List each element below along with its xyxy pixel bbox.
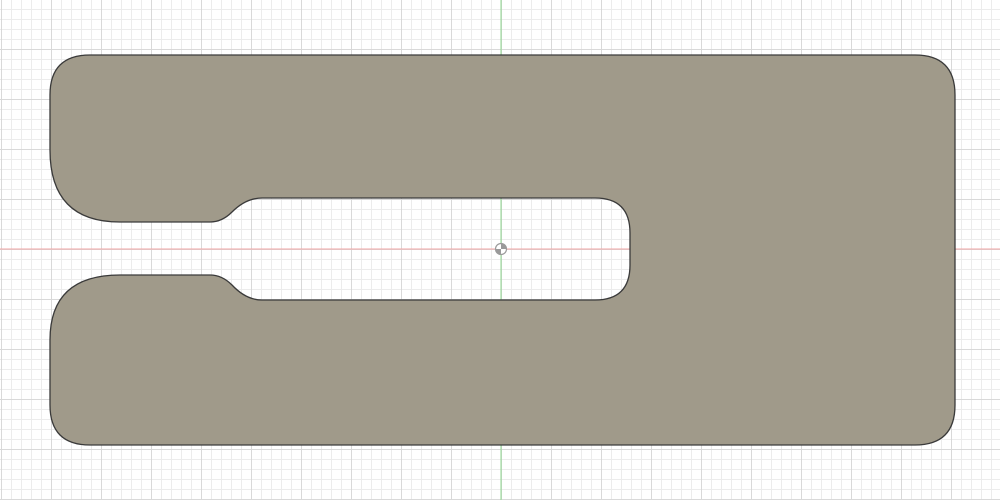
- sketch-canvas[interactable]: [0, 0, 1000, 500]
- origin-icon[interactable]: [494, 242, 508, 256]
- design-viewport[interactable]: [0, 0, 1000, 500]
